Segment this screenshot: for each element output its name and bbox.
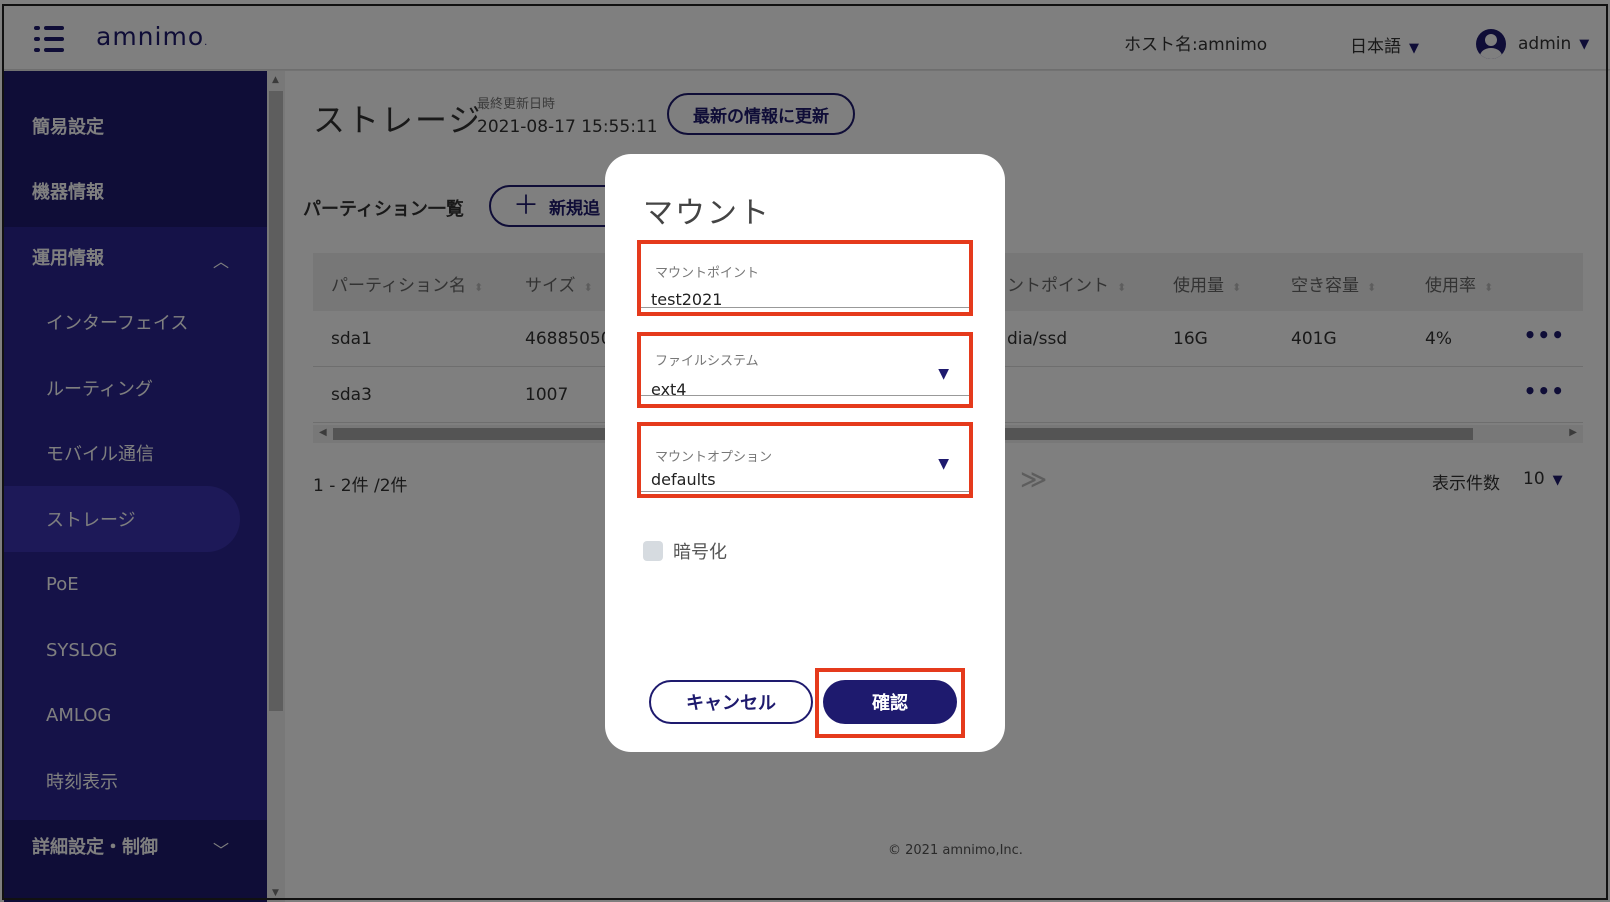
mount-option-label: マウントオプション: [655, 450, 773, 465]
encrypt-label: 暗号化: [673, 542, 727, 563]
filesystem-value: ext4: [651, 380, 687, 399]
dialog-title: マウント: [643, 196, 771, 231]
cancel-button[interactable]: キャンセル: [649, 680, 813, 724]
mount-dialog: マウント マウントポイント test2021 ファイルシステム ext4 ▼ マ…: [605, 154, 1005, 752]
mount-point-value: test2021: [651, 290, 723, 309]
filesystem-label: ファイルシステム: [655, 354, 759, 369]
filesystem-select[interactable]: ファイルシステム ext4 ▼: [637, 338, 973, 399]
dropdown-arrow-icon: ▼: [938, 366, 949, 382]
mount-option-value: defaults: [651, 470, 716, 489]
dropdown-arrow-icon: ▼: [938, 456, 949, 472]
mount-option-select[interactable]: マウントオプション defaults ▼: [637, 434, 973, 492]
mount-point-label: マウントポイント: [655, 266, 760, 281]
encrypt-checkbox[interactable]: [643, 541, 663, 561]
encrypt-checkbox-row[interactable]: 暗号化: [643, 538, 727, 564]
app-window: amnimo. ホスト名:amnimo 日本語▼ admin▼ 簡易設定 機器情…: [0, 0, 1610, 902]
mount-point-input[interactable]: マウントポイント test2021: [637, 250, 973, 309]
confirm-button[interactable]: 確認: [823, 680, 957, 724]
